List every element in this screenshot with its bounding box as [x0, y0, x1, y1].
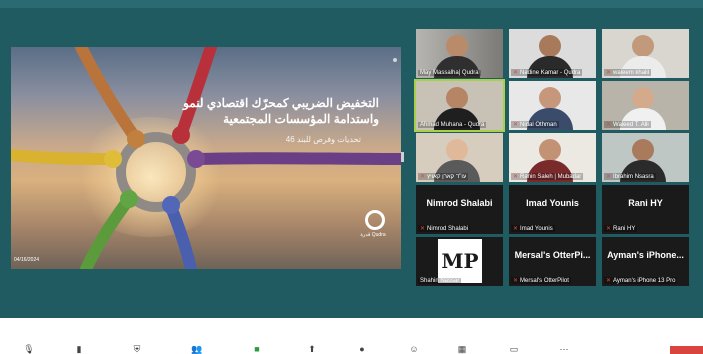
mic-muted-icon: ✕: [606, 122, 612, 128]
participants-icon[interactable]: 👥: [190, 344, 204, 354]
participant-video: [632, 87, 654, 109]
video-icon[interactable]: ▮: [72, 344, 86, 354]
participant-name: ✕ Mersal's OtterPilot: [511, 277, 571, 284]
mic-muted-icon: ✕: [606, 226, 612, 232]
participant-display-name: Nimrod Shalabi: [426, 198, 493, 208]
participant-tile[interactable]: ✕ Ibrahim Nsasra: [602, 133, 689, 182]
participant-name: ✕ Nimrod Shalabi: [418, 225, 471, 232]
share-icon[interactable]: ⬆: [305, 344, 319, 354]
mic-muted-icon: ✕: [606, 70, 612, 76]
participant-tile[interactable]: Nimrod Shalabi ✕ Nimrod Shalabi: [416, 185, 503, 234]
more-icon[interactable]: ⋯: [557, 344, 571, 354]
whiteboard-icon[interactable]: ▭: [507, 344, 521, 354]
participant-display-name: Mersal's OtterPi...: [514, 250, 591, 260]
participant-tile[interactable]: ✕ Nadine Kamar - Qudra: [509, 29, 596, 78]
participant-name: ✕ Waleed T. Alli: [604, 121, 651, 128]
logo-ring-icon: [365, 210, 385, 230]
participant-tile[interactable]: MP Shahin Nassar: [416, 237, 503, 286]
participant-video: [539, 35, 561, 57]
slide-subtitle: تحديات وفرص للبند 46: [285, 135, 361, 144]
participant-video: [539, 139, 561, 161]
participant-display-name: Ayman's iPhone...: [607, 250, 684, 260]
slide-indicator: [393, 58, 397, 62]
participant-tile[interactable]: ✕ Waleed T. Alli: [602, 81, 689, 130]
participant-tile[interactable]: ✕ waleem khalil: [602, 29, 689, 78]
logo-text: قدرة Qudra: [360, 232, 386, 238]
participant-tile-active-speaker[interactable]: Ahmad Muhana - Qudra: [414, 79, 505, 132]
participant-logo-avatar: MP: [438, 239, 482, 283]
participant-name: Shahin Nassar: [418, 278, 462, 284]
reactions-icon[interactable]: ☺: [407, 344, 421, 354]
meeting-toolbar: 🎙 ▮ ⛨ 👥 ■ ⬆ ● ☺ ▦ ▭ ⋯: [0, 318, 703, 354]
mic-muted-icon: ✕: [513, 122, 519, 128]
participant-tile[interactable]: ✕ עו"ד קארן קאויץ: [416, 133, 503, 182]
top-bar: [0, 0, 703, 8]
slide-title: التخفيض الضريبي كمحرّك اقتصادي لنمو واست…: [183, 96, 379, 126]
shared-screen-slide: التخفيض الضريبي كمحرّك اقتصادي لنمو واست…: [11, 47, 401, 269]
participant-video: [446, 87, 468, 109]
participant-tile[interactable]: Mersal's OtterPi... ✕ Mersal's OtterPilot: [509, 237, 596, 286]
participant-video: [446, 139, 468, 161]
participant-name: ✕ Ayman's iPhone 13 Pro: [604, 277, 678, 284]
apps-icon[interactable]: ▦: [455, 344, 469, 354]
participant-tile[interactable]: Imad Younis ✕ Imad Younis: [509, 185, 596, 234]
security-icon[interactable]: ⛨: [130, 344, 144, 354]
participant-tile[interactable]: ✕ Ranin Saleh | Mubadar: [509, 133, 596, 182]
mic-muted-icon: ✕: [513, 174, 519, 180]
participant-tile[interactable]: ✕ Nidal Othman: [509, 81, 596, 130]
participant-name: ✕ Imad Younis: [511, 225, 555, 232]
participant-display-name: Rani HY: [628, 198, 663, 208]
participant-name: ✕ Nadine Kamar - Qudra: [511, 69, 583, 76]
participant-name: May Massalha| Qudra: [418, 70, 481, 76]
participant-name: ✕ עו"ד קארן קאויץ: [418, 173, 469, 180]
participant-video: [632, 35, 654, 57]
participant-display-name: Imad Younis: [526, 198, 579, 208]
mic-muted-icon: ✕: [606, 278, 612, 284]
mic-muted-icon: ✕: [513, 70, 519, 76]
mic-muted-icon: ✕: [420, 226, 426, 232]
slide-date: 04/16/2024: [14, 257, 40, 263]
slide-ropes-image: [11, 47, 401, 269]
mic-muted-icon: ✕: [606, 174, 612, 180]
meeting-window: التخفيض الضريبي كمحرّك اقتصادي لنمو واست…: [0, 0, 703, 318]
participant-tile[interactable]: May Massalha| Qudra: [416, 29, 503, 78]
participant-name: ✕ Ranin Saleh | Mubadar: [511, 173, 584, 180]
participant-video: [539, 87, 561, 109]
mic-muted-icon: ✕: [513, 226, 519, 232]
participant-video: [446, 35, 468, 57]
mic-muted-icon: ✕: [513, 278, 519, 284]
mic-muted-icon: ✕: [420, 174, 426, 180]
participant-name: ✕ Rani HY: [604, 225, 638, 232]
record-icon[interactable]: ●: [355, 344, 369, 354]
mic-icon[interactable]: 🎙: [22, 344, 36, 354]
split-view-handle[interactable]: [401, 152, 404, 162]
qudra-logo: قدرة Qudra: [359, 210, 387, 250]
participant-name: ✕ Ibrahim Nsasra: [604, 173, 656, 180]
participant-name: ✕ Nidal Othman: [511, 121, 559, 128]
end-meeting-button[interactable]: [670, 346, 703, 354]
participant-video: [632, 139, 654, 161]
participant-tile[interactable]: Ayman's iPhone... ✕ Ayman's iPhone 13 Pro: [602, 237, 689, 286]
participant-name: ✕ waleem khalil: [604, 69, 652, 76]
participant-name: Ahmad Muhana - Qudra: [418, 122, 487, 128]
participant-tile[interactable]: Rani HY ✕ Rani HY: [602, 185, 689, 234]
chat-icon[interactable]: ■: [250, 344, 264, 354]
